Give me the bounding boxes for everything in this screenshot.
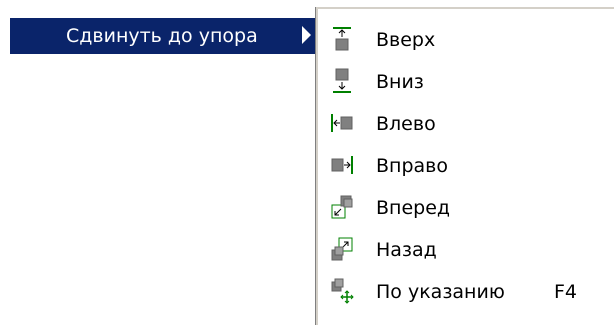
move-to-bottom-icon xyxy=(330,68,354,94)
menu-item-label: Сдвинуть до упора xyxy=(66,25,258,47)
menu-screenshot: Сдвинуть до упора Вверх Вниз Влево Вправ… xyxy=(0,0,614,325)
submenu-item-down[interactable]: Вниз xyxy=(318,62,614,102)
move-to-left-icon xyxy=(330,110,354,136)
move-to-right-icon xyxy=(330,152,354,178)
submenu-item-back[interactable]: Назад xyxy=(318,230,614,270)
submenu-item-label: Влево xyxy=(376,113,436,135)
submenu-item-label: По указанию xyxy=(376,281,505,303)
submenu-item-label: Вверх xyxy=(376,29,436,51)
submenu-item-label: Вниз xyxy=(376,71,424,93)
submenu-item-forward[interactable]: Вперед xyxy=(318,188,614,228)
submenu-item-label: Вправо xyxy=(376,155,448,177)
submenu-arrow-icon xyxy=(302,26,311,44)
submenu-item-by-pointer[interactable]: По указанию F4 xyxy=(318,272,614,312)
menu-item-move-to-limit[interactable]: Сдвинуть до упора xyxy=(10,18,323,54)
submenu-item-label: Назад xyxy=(376,239,437,261)
submenu-item-left[interactable]: Влево xyxy=(318,104,614,144)
submenu-item-up[interactable]: Вверх xyxy=(318,20,614,60)
submenu-item-label: Вперед xyxy=(376,197,451,219)
submenu-item-right[interactable]: Вправо xyxy=(318,146,614,186)
bring-to-front-icon xyxy=(330,194,354,220)
shortcut-label: F4 xyxy=(554,281,578,303)
send-to-back-icon xyxy=(330,236,354,262)
move-to-top-icon xyxy=(330,26,354,52)
move-by-pointer-icon xyxy=(330,278,354,304)
submenu-move-to-limit: Вверх Вниз Влево Вправо Вперед Назад По … xyxy=(316,7,614,325)
